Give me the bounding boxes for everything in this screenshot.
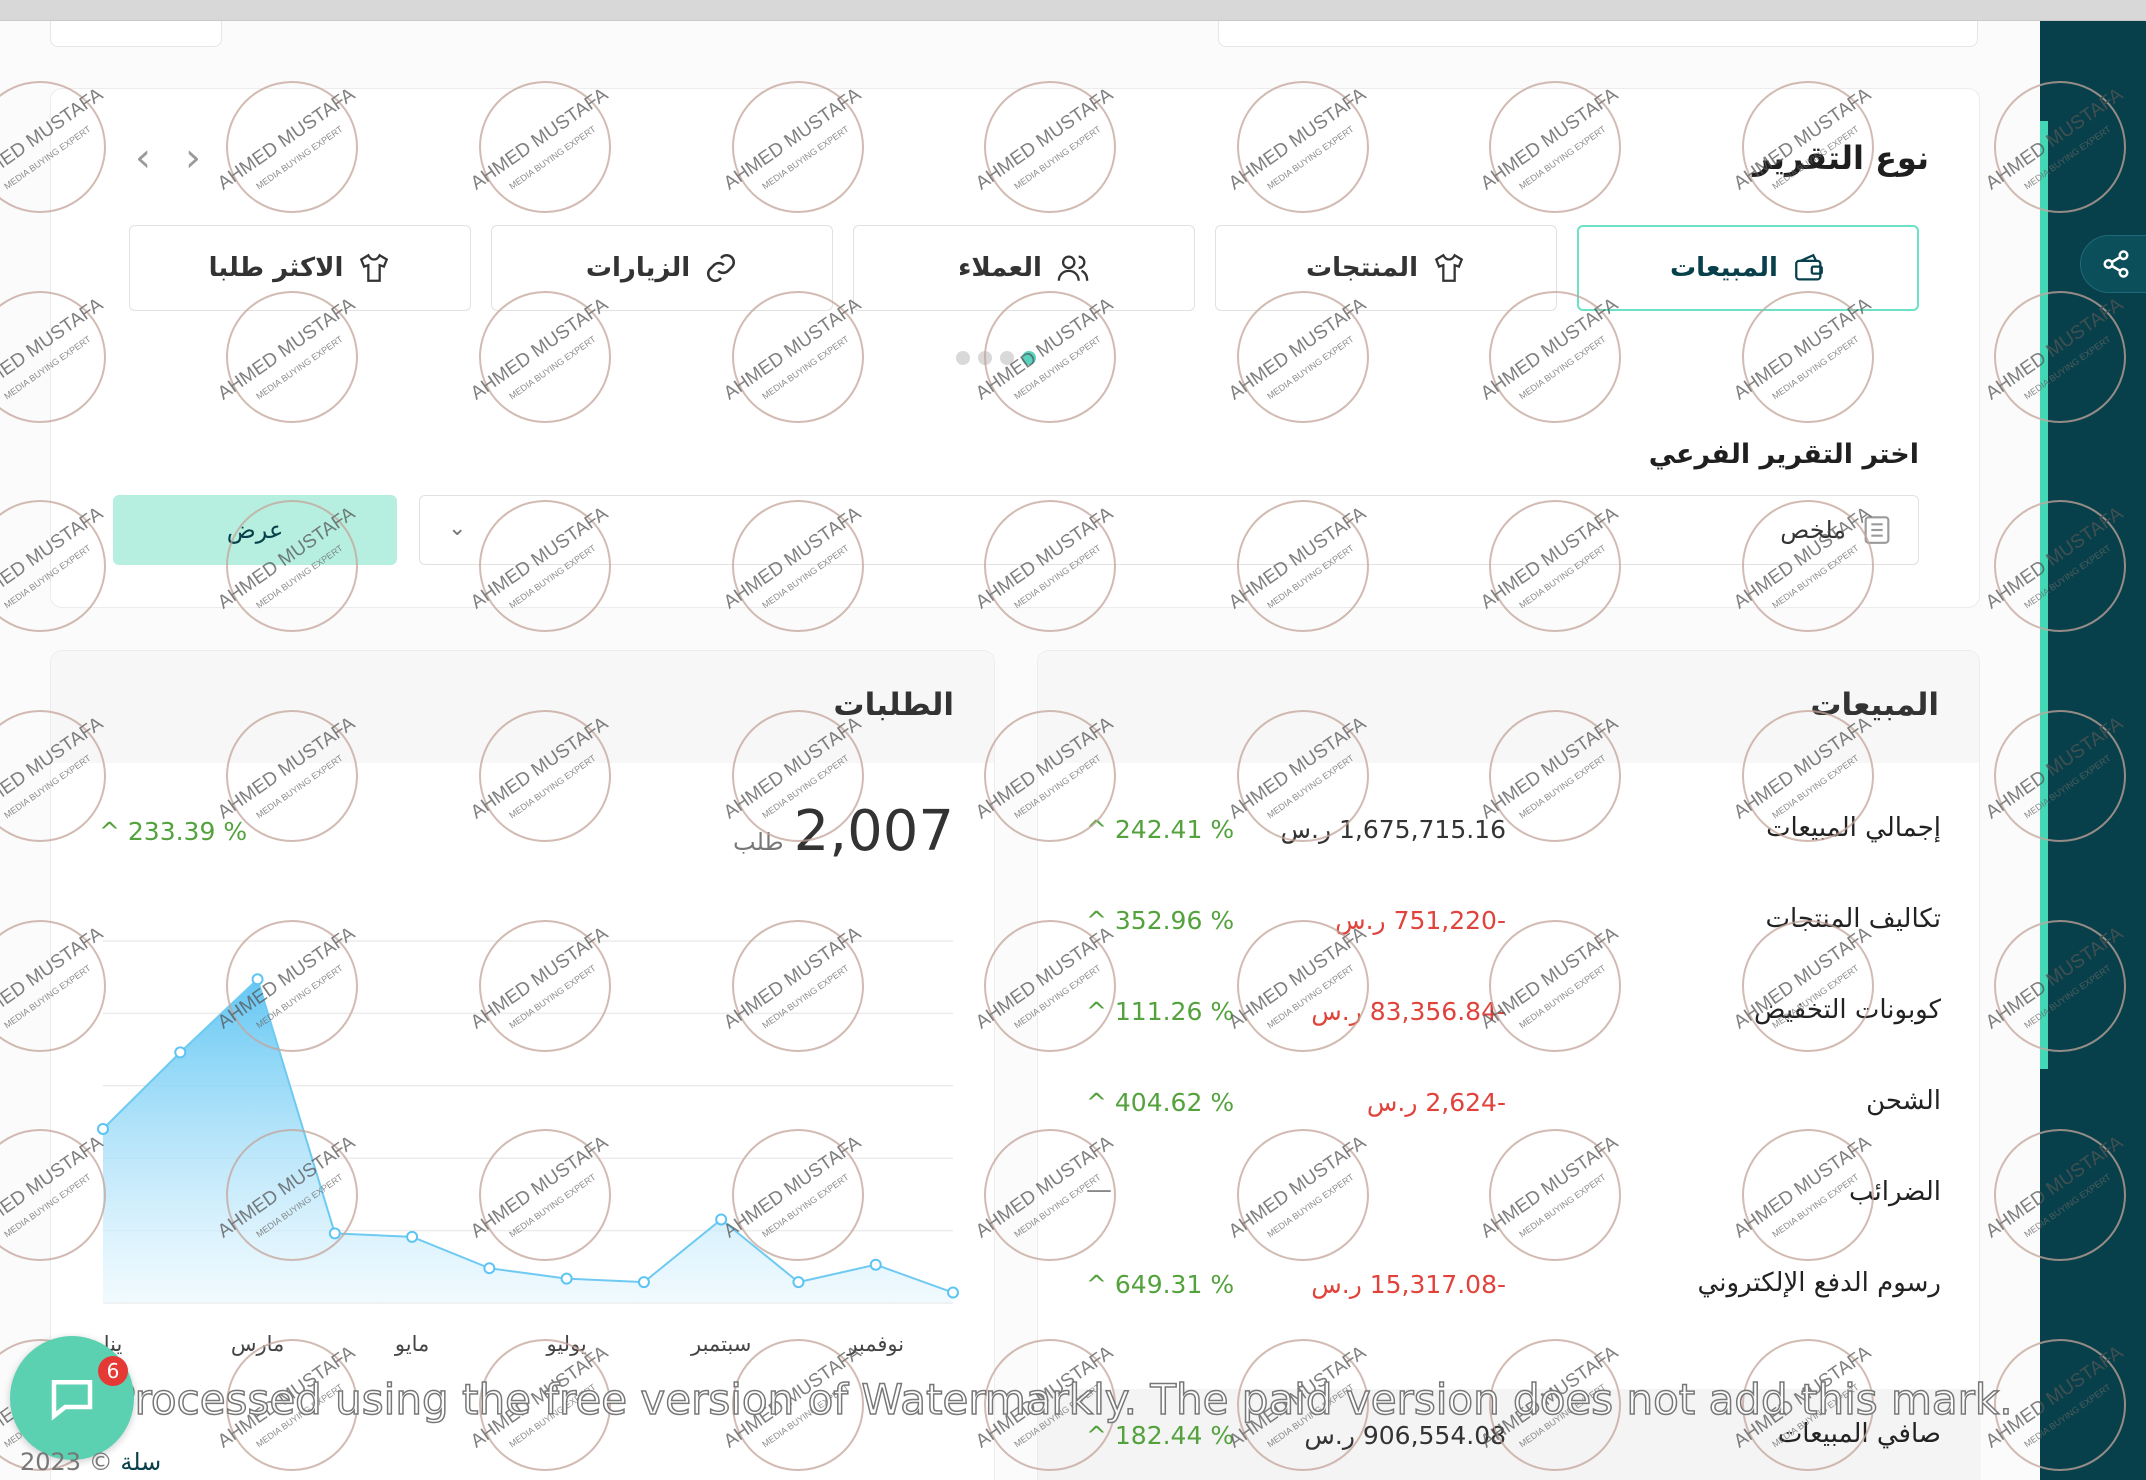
users-icon [1057, 255, 1089, 281]
sales-row: الشحن -2,624 ر.س ^ 404.62 % [1038, 1076, 1981, 1136]
carousel-dot[interactable] [978, 351, 992, 365]
chat-badge: 6 [98, 1356, 128, 1386]
top-filter-strip [0, 21, 2040, 51]
tab-label: العملاء [958, 253, 1042, 283]
carousel-dot[interactable] [956, 351, 970, 365]
sub-report-label: اختر التقرير الفرعي [1648, 439, 1919, 470]
sales-row-label: تكاليف المنتجات [1765, 904, 1941, 934]
chart-x-label: مايو [394, 1332, 429, 1356]
sales-row: رسوم الدفع الإلكتروني -15,317.08 ر.س ^ 6… [1038, 1258, 1981, 1318]
orders-chart: ينا مارس مايو يوليو سبتمبر نوفمبر [97, 940, 959, 1356]
top-right-field[interactable] [1218, 21, 1978, 47]
sales-row-change: ^ 242.41 % [1086, 815, 1235, 844]
footer: 2023 © سلة [20, 1448, 161, 1476]
sub-report-select[interactable]: ملخص ⌄ [419, 495, 1919, 565]
link-icon [707, 253, 736, 283]
orders-card: الطلبات 2,007 طلب ^ 233.39 % ينا مارس مايو… [50, 650, 995, 1480]
sales-row-label: الضرائب [1848, 1177, 1941, 1207]
chevron-left-icon[interactable]: ‹ [135, 135, 151, 181]
chart-point[interactable] [174, 1046, 187, 1059]
chevron-right-icon[interactable]: › [185, 135, 201, 181]
sales-row-change: ^ 111.26 % [1086, 997, 1235, 1026]
chart-x-label: يوليو [545, 1332, 586, 1356]
sales-row-label: إجمالي المبيعات [1766, 813, 1941, 843]
chart-point[interactable] [97, 1122, 109, 1135]
chart-x-label: مارس [231, 1332, 284, 1356]
tab-scroll-arrows: ‹ › [135, 135, 201, 181]
document-icon [1864, 516, 1890, 544]
sales-row-change: ^ 404.62 % [1086, 1088, 1235, 1117]
sidebar-accent-line [2040, 121, 2048, 1069]
share-icon [2103, 250, 2129, 278]
sales-row: كوبونات التخفيض -83,356.84 ر.س ^ 111.26 … [1038, 985, 1981, 1045]
sales-card: المبيعات إجمالي المبيعات 1,675,715.16 ر.… [1037, 650, 1981, 1480]
tab-label: المبيعات [1670, 253, 1778, 283]
sales-row-value: -15,317.08 ر.س [1311, 1270, 1506, 1299]
browser-top-bar [0, 0, 2146, 21]
tab-label: الزيارات [585, 253, 691, 283]
chart-point[interactable] [251, 973, 264, 986]
sales-title: المبيعات [1810, 687, 1939, 723]
show-button[interactable]: عرض [113, 495, 397, 565]
chat-icon [51, 1380, 93, 1421]
wallet-icon [1795, 253, 1823, 281]
sales-row-change: ^ 352.96 % [1086, 906, 1235, 935]
sales-row: الضرائب — [1038, 1167, 1981, 1227]
share-button[interactable] [2080, 235, 2146, 293]
chat-button[interactable]: 6 [10, 1336, 134, 1460]
orders-area [103, 979, 953, 1303]
tab-label: المنتجات [1306, 253, 1418, 283]
top-left-field[interactable] [50, 21, 222, 47]
chart-point[interactable] [328, 1227, 341, 1240]
right-sidebar [2040, 21, 2146, 1480]
shirt-icon [360, 253, 389, 282]
sales-card-header: المبيعات [1038, 651, 1979, 763]
chart-point[interactable] [869, 1258, 882, 1271]
tab-sales[interactable]: المبيعات [1577, 225, 1919, 311]
report-type-card: نوع التقرير ‹ › المبيعات المنتجات العملا… [50, 88, 1980, 608]
footer-brand[interactable]: سلة [120, 1448, 161, 1476]
sales-row-value: 1,675,715.16 ر.س [1280, 815, 1506, 844]
chart-x-label: نوفمبر [846, 1332, 904, 1356]
tab-label: الاكثر طلبا [208, 253, 344, 283]
tab-products[interactable]: المنتجات [1215, 225, 1557, 311]
net-sales-value: 906,554.08 ر.س [1304, 1421, 1506, 1450]
chart-point[interactable] [947, 1286, 959, 1299]
carousel-dot-active[interactable] [1022, 351, 1036, 365]
sales-row: تكاليف المنتجات -751,220 ر.س ^ 352.96 % [1038, 894, 1981, 954]
footer-copyright: 2023 © [20, 1448, 121, 1476]
sales-row: إجمالي المبيعات 1,675,715.16 ر.س ^ 242.4… [1038, 803, 1981, 863]
sales-row-value: -751,220 ر.س [1335, 906, 1506, 935]
net-sales-change: ^ 182.44 % [1086, 1421, 1235, 1450]
report-type-title: نوع التقرير [1753, 139, 1929, 177]
chart-point[interactable] [483, 1262, 496, 1275]
chart-x-label: سبتمبر [690, 1332, 751, 1356]
chevron-down-icon: ⌄ [448, 516, 467, 541]
sub-report-value: ملخص [1780, 516, 1846, 544]
sales-row-label: الشحن [1866, 1086, 1941, 1116]
tab-customers[interactable]: العملاء [853, 225, 1195, 311]
shirt-icon [1434, 253, 1464, 282]
carousel-dots [956, 351, 1036, 365]
sales-row-label: كوبونات التخفيض [1753, 995, 1941, 1025]
chart-point[interactable] [637, 1276, 650, 1289]
chart-point[interactable] [560, 1272, 573, 1285]
chart-point[interactable] [792, 1276, 805, 1289]
sales-row-value: -2,624 ر.س [1366, 1088, 1506, 1117]
sales-row-change: ^ 649.31 % [1086, 1270, 1235, 1299]
sales-row-dash: — [1086, 1175, 1112, 1205]
chart-point[interactable] [406, 1230, 419, 1243]
chart-point[interactable] [715, 1213, 728, 1226]
sales-row-value: -83,356.84 ر.س [1311, 997, 1506, 1026]
report-tabs: المبيعات المنتجات العملاء الزيارات الاكث… [129, 225, 1919, 311]
watermark-notice: Processed using the free version of Wate… [109, 1374, 2013, 1425]
carousel-dot[interactable] [1000, 351, 1014, 365]
tab-visits[interactable]: الزيارات [491, 225, 833, 311]
tab-most-ordered[interactable]: الاكثر طلبا [129, 225, 471, 311]
sales-row-label: رسوم الدفع الإلكتروني [1697, 1268, 1941, 1298]
